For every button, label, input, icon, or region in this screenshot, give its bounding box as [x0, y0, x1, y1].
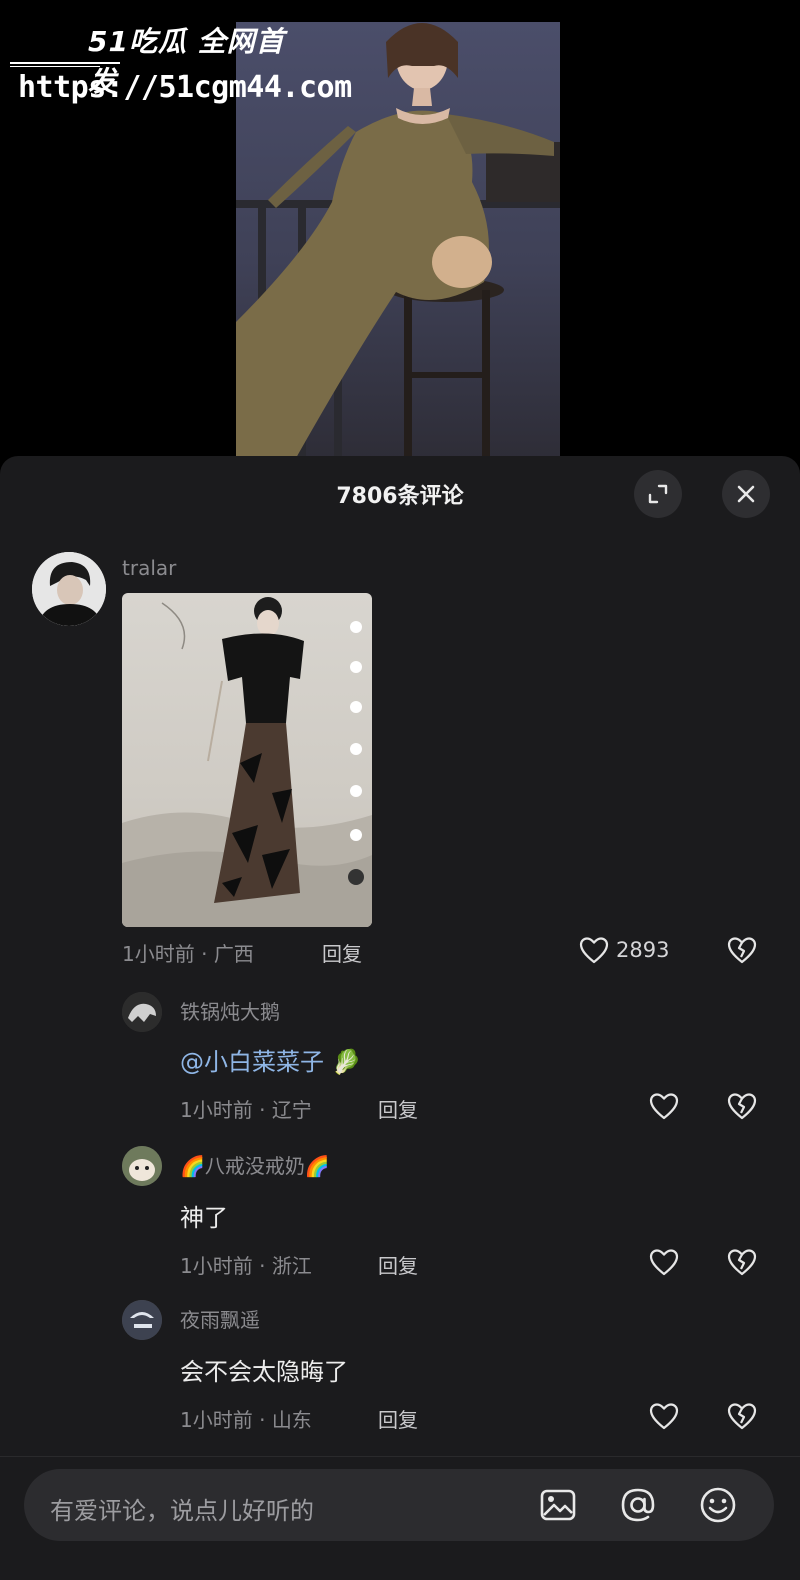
- reply-meta: 1小时前 · 山东: [180, 1404, 312, 1433]
- reply-text: @小白菜菜子 🥬: [180, 1042, 362, 1077]
- watermark-rule: [10, 66, 100, 67]
- reply-location: 浙江: [271, 1254, 312, 1278]
- close-button[interactable]: [722, 470, 770, 518]
- avatar-image: [122, 992, 162, 1032]
- avatar-image: [32, 552, 106, 626]
- reply-button[interactable]: 回复: [378, 1094, 418, 1123]
- heart-outline-icon[interactable]: [578, 934, 610, 966]
- heart-outline-icon[interactable]: [648, 1090, 680, 1122]
- broken-heart-icon[interactable]: [726, 934, 758, 966]
- at-icon[interactable]: [618, 1485, 658, 1525]
- panel-header: 7806条评论: [0, 456, 800, 536]
- reply-meta: 1小时前 · 浙江: [180, 1250, 312, 1279]
- username-emoji: 🌈: [180, 1154, 205, 1178]
- avatar[interactable]: [122, 992, 162, 1032]
- reply-location: 山东: [271, 1408, 312, 1432]
- meta-separator: ·: [259, 1254, 266, 1278]
- avatar-image: [122, 1300, 162, 1340]
- comment-input[interactable]: 有爱评论，说点儿好听的: [24, 1469, 774, 1541]
- watermark-url: https://51cgm44.com: [18, 70, 352, 105]
- avatar[interactable]: [122, 1300, 162, 1340]
- reply-emoji: 🥬: [331, 1048, 362, 1076]
- image-icon[interactable]: [538, 1485, 578, 1525]
- reply-time: 1小时前: [180, 1408, 253, 1432]
- broken-heart-icon[interactable]: [726, 1090, 758, 1122]
- reply-time: 1小时前: [180, 1254, 253, 1278]
- broken-heart-icon[interactable]: [726, 1400, 758, 1432]
- comment-panel: 7806条评论 tralar 1小时前 · 广西 回复 2893 铁锅炖大鹅 @…: [0, 456, 800, 1580]
- comment-location: 广西: [213, 942, 254, 966]
- heart-outline-icon[interactable]: [648, 1246, 680, 1278]
- reply-button[interactable]: 回复: [322, 938, 362, 967]
- meta-separator: ·: [201, 942, 208, 966]
- expand-icon: [648, 484, 668, 504]
- comment-image[interactable]: [122, 593, 372, 927]
- comment-username[interactable]: tralar: [122, 556, 176, 580]
- reply-username[interactable]: 夜雨飘遥: [180, 1304, 260, 1333]
- reply-username[interactable]: 🌈八戒没戒奶🌈: [180, 1150, 330, 1179]
- avatar[interactable]: [122, 1146, 162, 1186]
- watermark: 51吃瓜 全网首发 https://51cgm44.com: [10, 12, 352, 112]
- mention-link[interactable]: @小白菜菜子: [180, 1048, 324, 1076]
- smiley-icon[interactable]: [698, 1485, 738, 1525]
- like-count: 2893: [616, 938, 670, 962]
- reply-button[interactable]: 回复: [378, 1250, 418, 1279]
- reply-time: 1小时前: [180, 1098, 253, 1122]
- reply-text: 神了: [180, 1204, 228, 1232]
- comment-meta: 1小时前 · 广西: [122, 938, 254, 967]
- reply-username[interactable]: 铁锅炖大鹅: [180, 996, 280, 1025]
- video-player[interactable]: 51吃瓜 全网首发 https://51cgm44.com: [0, 0, 800, 458]
- comment-input-placeholder: 有爱评论，说点儿好听的: [50, 1497, 314, 1525]
- reply-button[interactable]: 回复: [378, 1404, 418, 1433]
- comment-time: 1小时前: [122, 942, 195, 966]
- comment-input-bar: 有爱评论，说点儿好听的: [0, 1456, 800, 1580]
- avatar[interactable]: [32, 552, 106, 626]
- username-text: 八戒没戒奶: [204, 1154, 305, 1178]
- avatar-image: [122, 1146, 162, 1186]
- reply-text: 会不会太隐晦了: [180, 1358, 348, 1386]
- meta-separator: ·: [259, 1098, 266, 1122]
- heart-outline-icon[interactable]: [648, 1400, 680, 1432]
- reply-location: 辽宁: [271, 1098, 312, 1122]
- broken-heart-icon[interactable]: [726, 1246, 758, 1278]
- expand-button[interactable]: [634, 470, 682, 518]
- username-emoji: 🌈: [304, 1154, 330, 1178]
- reply-meta: 1小时前 · 辽宁: [180, 1094, 312, 1123]
- meta-separator: ·: [259, 1408, 266, 1432]
- comment-image-illustration: [122, 597, 372, 927]
- close-icon: [737, 485, 755, 503]
